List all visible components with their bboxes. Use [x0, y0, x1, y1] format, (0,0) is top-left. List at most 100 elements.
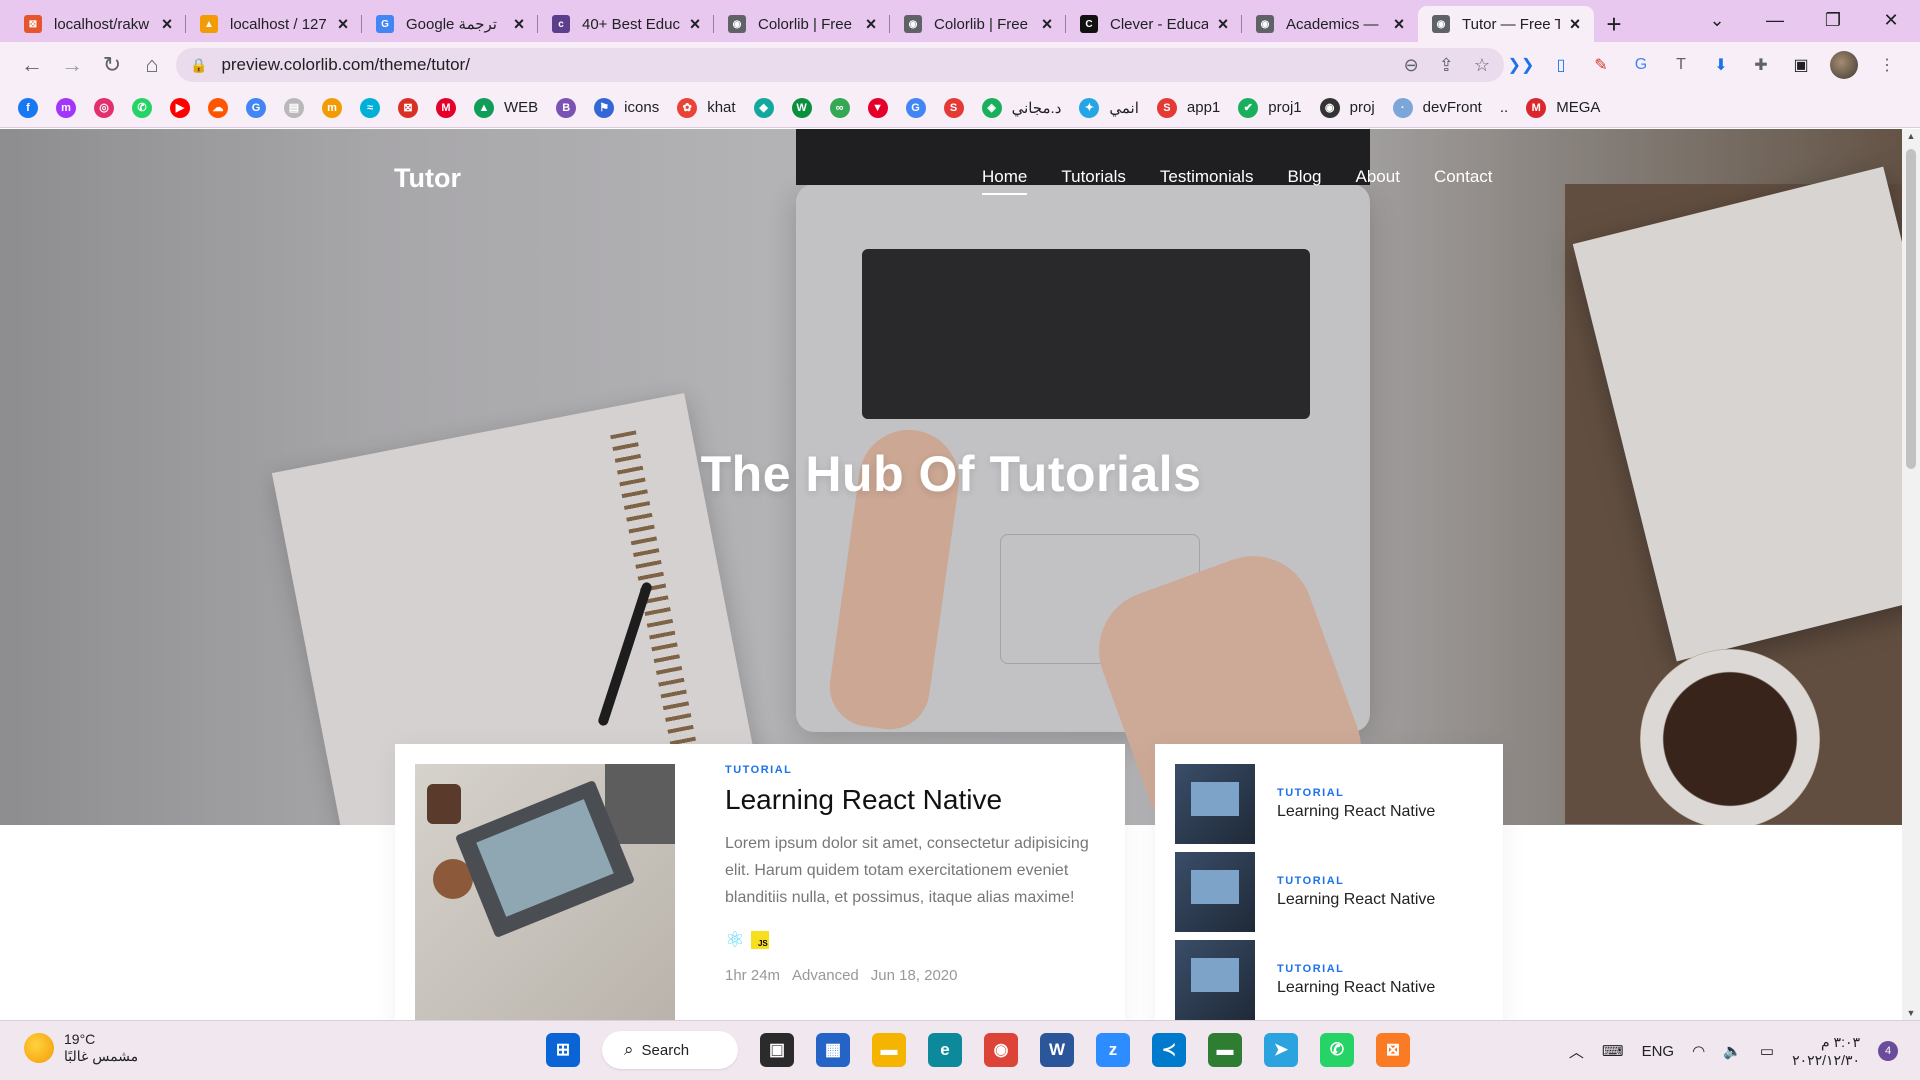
bookmark-item[interactable]: ◎ [94, 97, 114, 118]
category-tag[interactable]: Tutorial [1277, 963, 1435, 975]
browser-tab[interactable]: ⊠ localhost/rakw × [10, 6, 186, 42]
url-text[interactable]: preview.colorlib.com/theme/tutor/ [221, 55, 1403, 75]
bookmark-item[interactable]: ✦ انمي [1079, 97, 1139, 118]
featured-tutorial-card[interactable]: Tutorial Learning React Native Lorem ips… [395, 744, 1125, 1020]
volume-icon[interactable]: 🔈 [1723, 1042, 1742, 1060]
side-tutorial-item[interactable]: Tutorial Learning React Native [1175, 940, 1435, 1020]
tab-close-icon[interactable]: × [1038, 14, 1056, 35]
forward-button[interactable]: → [54, 47, 90, 83]
download-icon[interactable]: ⬇ [1710, 54, 1732, 76]
tab-close-icon[interactable]: × [1214, 14, 1232, 35]
taskbar-telegram-icon[interactable]: ➤ [1264, 1033, 1298, 1067]
side-item-thumbnail[interactable] [1175, 940, 1255, 1020]
bookmark-item[interactable]: W [791, 97, 812, 118]
bookmark-item[interactable]: ✿ khat [677, 97, 736, 118]
extension-icon[interactable]: G [1630, 54, 1652, 76]
keyboard-icon[interactable]: ⌨ [1602, 1042, 1624, 1060]
side-item-thumbnail[interactable] [1175, 764, 1255, 844]
side-tutorial-item[interactable]: Tutorial Learning React Native [1175, 764, 1435, 844]
taskbar-store-icon[interactable]: ▦ [816, 1033, 850, 1067]
bookmark-item[interactable]: G [246, 97, 266, 118]
new-tab-button[interactable]: + [1594, 6, 1634, 42]
bookmark-item[interactable]: ⊠ [398, 97, 418, 118]
bookmark-item[interactable]: · devFront [1392, 97, 1482, 118]
side-tutorial-item[interactable]: Tutorial Learning React Native [1175, 852, 1435, 932]
taskbar-word-icon[interactable]: W [1040, 1033, 1074, 1067]
bookmark-item[interactable]: ▤ [284, 97, 304, 118]
taskbar-chrome-icon[interactable]: ◉ [984, 1033, 1018, 1067]
bookmark-item[interactable]: S [943, 97, 964, 118]
nav-link-testimonials[interactable]: Testimonials [1160, 167, 1254, 195]
taskbar-terminal-icon[interactable]: ▬ [1208, 1033, 1242, 1067]
clock[interactable]: ٣:٠٣ م ٢٠٢٢/١٢/٣٠ [1792, 1033, 1860, 1069]
side-item-title[interactable]: Learning React Native [1277, 979, 1435, 997]
nav-link-blog[interactable]: Blog [1287, 167, 1321, 195]
notification-badge[interactable]: 4 [1878, 1041, 1898, 1061]
tab-close-icon[interactable]: × [334, 14, 352, 35]
bookmark-item[interactable]: M [436, 97, 456, 118]
close-window-button[interactable]: ✕ [1862, 0, 1920, 40]
bookmark-item[interactable]: ≈ [360, 97, 380, 118]
side-item-title[interactable]: Learning React Native [1277, 891, 1435, 909]
scroll-up-arrow[interactable]: ▲ [1902, 131, 1920, 141]
reload-button[interactable]: ↻ [94, 47, 130, 83]
bookmark-item[interactable]: .. [1500, 99, 1508, 116]
tab-close-icon[interactable]: × [510, 14, 528, 35]
taskbar-zoom-icon[interactable]: z [1096, 1033, 1130, 1067]
taskbar-edge-icon[interactable]: e [928, 1033, 962, 1067]
bookmark-item[interactable]: G [905, 97, 926, 118]
bookmark-item[interactable]: ▶ [170, 97, 190, 118]
taskbar-whatsapp-icon[interactable]: ✆ [1320, 1033, 1354, 1067]
category-tag[interactable]: Tutorial [725, 764, 1105, 776]
address-bar[interactable]: 🔒 preview.colorlib.com/theme/tutor/ ⊖ ⇪ … [176, 48, 1504, 82]
tab-close-icon[interactable]: × [1566, 14, 1584, 35]
bookmark-item[interactable]: ∞ [829, 97, 850, 118]
browser-tab[interactable]: ◉ Colorlib | Free × [890, 6, 1066, 42]
bookmark-item[interactable]: ◉ proj [1319, 97, 1375, 118]
bookmark-item[interactable]: M MEGA [1526, 97, 1600, 118]
back-button[interactable]: ← [14, 47, 50, 83]
home-button[interactable]: ⌂ [134, 47, 170, 83]
nav-link-about[interactable]: About [1356, 167, 1400, 195]
bookmark-item[interactable]: ⚑ icons [594, 97, 659, 118]
tab-close-icon[interactable]: × [686, 14, 704, 35]
browser-tab[interactable]: ▲ localhost / 127 × [186, 6, 362, 42]
share-icon[interactable]: ⇪ [1439, 55, 1454, 76]
browser-tab[interactable]: G Google ترجمة × [362, 6, 538, 42]
category-tag[interactable]: Tutorial [1277, 875, 1435, 887]
nav-link-contact[interactable]: Contact [1434, 167, 1493, 195]
browser-tab[interactable]: c 40+ Best Educ × [538, 6, 714, 42]
profile-avatar[interactable] [1830, 51, 1858, 79]
scrollbar-thumb[interactable] [1906, 149, 1916, 469]
bookmark-item[interactable]: ✆ [132, 97, 152, 118]
language-indicator[interactable]: ENG [1642, 1043, 1675, 1060]
browser-tab[interactable]: ◉ Tutor — Free T × [1418, 6, 1594, 42]
tab-close-icon[interactable]: × [862, 14, 880, 35]
extension-icon[interactable]: ▯ [1550, 54, 1572, 76]
browser-tab[interactable]: ◉ Academics — × [1242, 6, 1418, 42]
taskbar-explorer-icon[interactable]: ▬ [872, 1033, 906, 1067]
page-scrollbar[interactable]: ▲ ▼ [1902, 129, 1920, 1020]
nav-link-home[interactable]: Home [982, 167, 1028, 195]
bookmark-item[interactable]: ▼ [867, 97, 888, 118]
site-logo[interactable]: Tutor [394, 163, 461, 194]
side-item-title[interactable]: Learning React Native [1277, 803, 1435, 821]
taskbar-task-view-icon[interactable]: ▣ [760, 1033, 794, 1067]
bookmark-item[interactable]: f [18, 97, 38, 118]
extension-icon[interactable]: ✎ [1590, 54, 1612, 76]
featured-thumbnail[interactable] [415, 764, 675, 1020]
side-item-thumbnail[interactable] [1175, 852, 1255, 932]
taskbar-start-icon[interactable]: ⊞ [546, 1033, 580, 1067]
taskbar-xampp-icon[interactable]: ⊠ [1376, 1033, 1410, 1067]
bookmark-item[interactable]: B [556, 97, 577, 118]
bookmark-item[interactable]: Sapp1 [1156, 97, 1220, 118]
taskbar-search[interactable]: ⌕ Search [602, 1031, 738, 1069]
category-tag[interactable]: Tutorial [1277, 787, 1435, 799]
bookmark-item[interactable]: ✔ proj1 [1238, 97, 1302, 118]
bookmark-item[interactable]: ▲ WEB [474, 97, 538, 118]
bookmark-item[interactable]: m [56, 97, 76, 118]
bookmark-item[interactable]: ☁ [208, 97, 228, 118]
weather-widget[interactable]: 19°C مشمس غالبًا [24, 1031, 138, 1065]
nav-link-tutorials[interactable]: Tutorials [1061, 167, 1126, 195]
scroll-down-arrow[interactable]: ▼ [1902, 1008, 1920, 1018]
